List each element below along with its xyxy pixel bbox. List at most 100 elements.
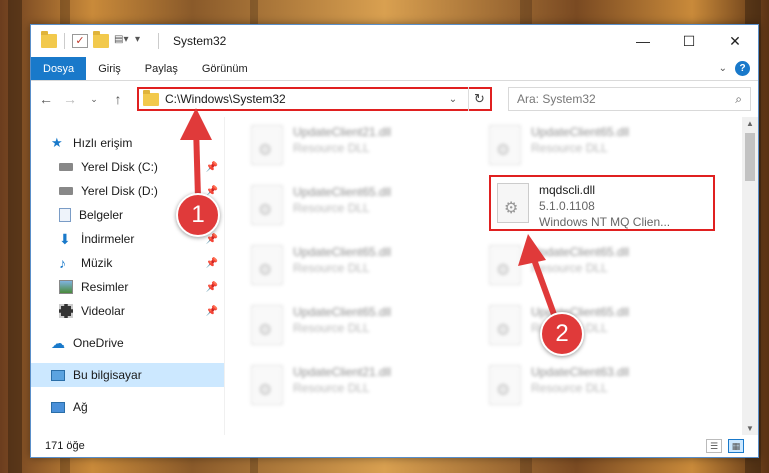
file-tile-mqdscli[interactable]: mqdscli.dll 5.1.0.1108 Windows NT MQ Cli… (489, 175, 715, 231)
dll-file-icon (497, 183, 529, 223)
sidebar-item-videos[interactable]: Videolar 📌 (31, 299, 224, 323)
file-name: UpdateClient21.dll (293, 125, 392, 139)
folder-icon (143, 89, 159, 106)
file-tile[interactable]: UpdateClient21.dll Resource DLL (245, 119, 475, 177)
pictures-icon (59, 280, 73, 294)
back-button[interactable]: ← (37, 91, 55, 107)
recent-locations-icon[interactable]: ⌄ (85, 94, 103, 105)
sidebar-item-onedrive[interactable]: ☁ OneDrive (31, 331, 224, 355)
explorer-window: ✓ ▤▾ ▾ System32 — ☐ ✕ Dosya Giriş Paylaş… (30, 24, 759, 458)
sidebar-item-disk-c[interactable]: Yerel Disk (C:) 📌 (31, 155, 224, 179)
close-button[interactable]: ✕ (712, 25, 758, 57)
sidebar-item-label: Yerel Disk (D:) (81, 184, 158, 198)
sidebar-item-label: İndirmeler (81, 232, 135, 246)
scroll-up-icon[interactable]: ▲ (742, 119, 758, 128)
properties-icon[interactable]: ✓ (72, 34, 88, 48)
vertical-scrollbar[interactable]: ▲ ▼ (742, 117, 758, 435)
sidebar-item-label: Yerel Disk (C:) (81, 160, 158, 174)
sidebar-item-music[interactable]: ♪ Müzik 📌 (31, 251, 224, 275)
dll-file-icon (251, 365, 283, 405)
dll-file-icon (251, 125, 283, 165)
tab-share[interactable]: Paylaş (133, 57, 190, 80)
refresh-button[interactable]: ↻ (468, 87, 490, 111)
file-tile[interactable]: UpdateClient65.dllResource DLL (483, 239, 713, 297)
dll-file-icon (251, 305, 283, 345)
quick-access-dropdown-icon[interactable]: ▾ (135, 34, 151, 48)
pin-icon[interactable]: 📌 (206, 306, 218, 317)
callout-badge-1: 1 (176, 193, 220, 237)
file-description: Resource DLL (531, 381, 608, 395)
sidebar-item-label: Ağ (73, 400, 88, 414)
star-icon: ★ (51, 135, 63, 150)
pin-icon[interactable]: 📌 (206, 234, 218, 245)
file-description: Windows NT MQ Clien... (539, 215, 671, 229)
sidebar-item-label: Hızlı erişim (73, 136, 133, 150)
tab-file[interactable]: Dosya (31, 57, 87, 80)
drive-icon (59, 187, 73, 195)
window-title: System32 (173, 34, 227, 48)
file-description: Resource DLL (293, 381, 370, 395)
minimize-button[interactable]: — (620, 25, 666, 57)
quick-access-toolbar: ✓ ▤▾ ▾ (31, 31, 161, 49)
documents-icon (59, 208, 71, 222)
callout-badge-2: 2 (540, 312, 584, 356)
sidebar-item-this-pc[interactable]: Bu bilgisayar (31, 363, 224, 387)
file-description: Resource DLL (293, 141, 370, 155)
sidebar-item-label: OneDrive (73, 336, 124, 350)
file-version: 5.1.0.1108 (539, 199, 595, 213)
navigation-bar: ← → ⌄ ↑ C:\Windows\System32 ⌄ ↻ Ara: Sys… (31, 81, 758, 117)
videos-icon (59, 304, 73, 318)
scrollbar-thumb[interactable] (745, 133, 755, 181)
new-folder-icon[interactable] (93, 31, 109, 48)
view-switcher: ☰ ▦ (706, 439, 744, 453)
sidebar-item-label: Resimler (81, 280, 129, 294)
cloud-icon: ☁ (51, 335, 65, 351)
file-tile[interactable]: UpdateClient65.dllResource DLL (483, 299, 713, 357)
network-icon (51, 401, 65, 413)
file-tile[interactable]: UpdateClient65.dllResource DLL (245, 299, 475, 357)
file-tile[interactable]: UpdateClient65.dllResource DLL (483, 119, 713, 177)
pin-icon[interactable]: 📌 (206, 258, 218, 269)
file-description: Resource DLL (531, 261, 608, 275)
maximize-button[interactable]: ☐ (666, 25, 712, 57)
sidebar-item-label: Videolar (81, 304, 125, 318)
file-tile[interactable]: UpdateClient21.dll Resource DLL (245, 359, 475, 417)
drive-icon (59, 163, 73, 171)
file-name: UpdateClient63.dll (531, 365, 630, 379)
sidebar-item-pictures[interactable]: Resimler 📌 (31, 275, 224, 299)
chevron-down-icon[interactable]: ⌄ (444, 94, 462, 105)
download-icon: ⬇ (59, 231, 71, 247)
search-placeholder: Ara: System32 (517, 92, 596, 106)
dll-file-icon (251, 245, 283, 285)
pin-icon[interactable]: 📌 (206, 162, 218, 173)
pin-icon[interactable]: 📌 (206, 282, 218, 293)
dll-file-icon (489, 245, 521, 285)
file-name: UpdateClient65.dll (293, 245, 392, 259)
search-icon[interactable]: ⌕ (735, 92, 742, 107)
address-bar[interactable]: C:\Windows\System32 ⌄ ↻ (137, 87, 492, 111)
up-button[interactable]: ↑ (109, 91, 127, 107)
address-path: C:\Windows\System32 (165, 92, 286, 106)
details-view-icon[interactable]: ☰ (706, 439, 722, 453)
status-bar: 171 öğe ☰ ▦ (31, 435, 758, 457)
file-description: Resource DLL (293, 201, 370, 215)
file-description: Resource DLL (531, 141, 608, 155)
file-tile[interactable]: UpdateClient65.dllResource DLL (245, 179, 475, 237)
expand-ribbon-icon[interactable]: ⌄ (719, 63, 727, 74)
scroll-down-icon[interactable]: ▼ (742, 424, 758, 433)
item-count: 171 öğe (45, 440, 85, 452)
file-tile[interactable]: UpdateClient65.dllResource DLL (245, 239, 475, 297)
dll-file-icon (489, 365, 521, 405)
sidebar-item-quick-access[interactable]: ★ Hızlı erişim (31, 131, 224, 155)
tiles-view-icon[interactable]: ▦ (728, 439, 744, 453)
customize-toolbar-icon[interactable]: ▤▾ (114, 34, 130, 48)
search-input[interactable]: Ara: System32 ⌕ (508, 87, 751, 111)
tab-home[interactable]: Giriş (86, 57, 133, 80)
file-tile[interactable]: UpdateClient63.dll Resource DLL (483, 359, 713, 417)
help-icon[interactable]: ? (735, 61, 750, 76)
forward-button[interactable]: → (61, 91, 79, 107)
tab-view[interactable]: Görünüm (190, 57, 260, 80)
divider (64, 33, 65, 49)
file-description: Resource DLL (293, 321, 370, 335)
sidebar-item-network[interactable]: Ağ (31, 395, 224, 419)
